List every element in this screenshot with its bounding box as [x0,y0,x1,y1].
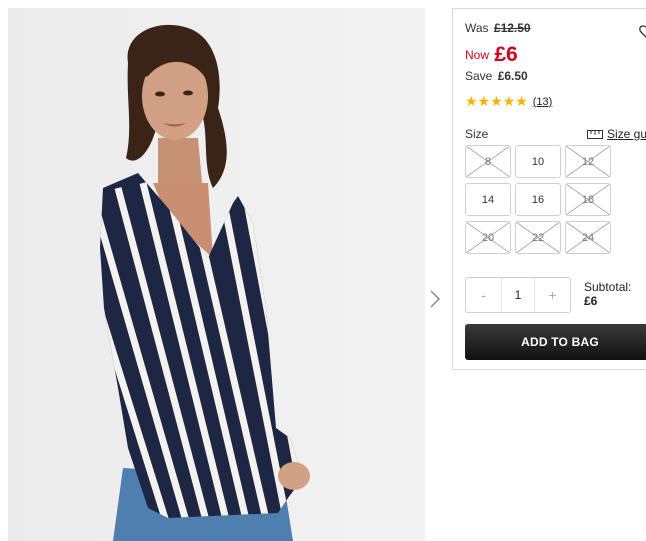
size-option-label: 12 [581,155,595,168]
size-option-label: 16 [531,193,545,206]
size-option-14[interactable]: 14 [465,183,511,216]
size-option-10[interactable]: 10 [515,145,561,178]
size-label: Size [465,127,489,141]
quantity-increase-button[interactable]: + [535,278,570,312]
chevron-right-icon [430,290,441,308]
subtotal-value: £6 [584,294,598,308]
size-option-label: 8 [484,155,492,168]
size-option-label: 18 [581,193,595,206]
size-option-8[interactable]: 8 [465,145,511,178]
wishlist-button[interactable] [639,23,646,41]
heart-icon [639,25,646,38]
size-option-20[interactable]: 20 [465,221,511,254]
save-amount: £6.50 [497,69,528,83]
size-option-label: 22 [531,231,545,244]
subtotal-label: Subtotal: [584,280,632,294]
size-option-24[interactable]: 24 [565,221,611,254]
carousel-next-button[interactable] [428,288,442,310]
now-label: Now [465,48,490,62]
save-row: Save £6.50 [465,69,528,83]
size-option-label: 24 [581,231,595,244]
quantity-decrease-button[interactable]: - [466,278,501,312]
size-option-label: 20 [481,231,495,244]
quantity-input[interactable]: 1 [501,278,535,312]
save-label: Save [465,69,493,83]
now-price-row: Now £6 [465,41,518,66]
product-image [8,8,425,541]
now-price: £6 [494,43,518,66]
size-option-18[interactable]: 18 [565,183,611,216]
size-option-label: 14 [481,193,495,206]
was-price-row: Was £12.50 [465,21,531,35]
ruler-icon [587,129,603,139]
size-option-16[interactable]: 16 [515,183,561,216]
review-count-link[interactable]: (13) [533,96,553,108]
size-guide-link[interactable]: Size guide [587,127,646,141]
size-option-12[interactable]: 12 [565,145,611,178]
was-price: £12.50 [493,21,531,35]
size-guide-label: Size guide [607,127,646,141]
size-option-22[interactable]: 22 [515,221,561,254]
quantity-stepper: - 1 + [465,277,571,313]
add-to-bag-button[interactable]: ADD TO BAG [465,324,646,360]
size-option-label: 10 [531,155,545,168]
rating[interactable]: ★★★★★ (13) [465,93,552,110]
purchase-panel: Was £12.50 Now £6 Save £6.50 ★★★★★ (13) … [452,8,646,370]
subtotal: Subtotal: £6 [584,280,631,308]
was-label: Was [465,21,489,35]
star-rating-icon: ★★★★★ [465,93,528,109]
